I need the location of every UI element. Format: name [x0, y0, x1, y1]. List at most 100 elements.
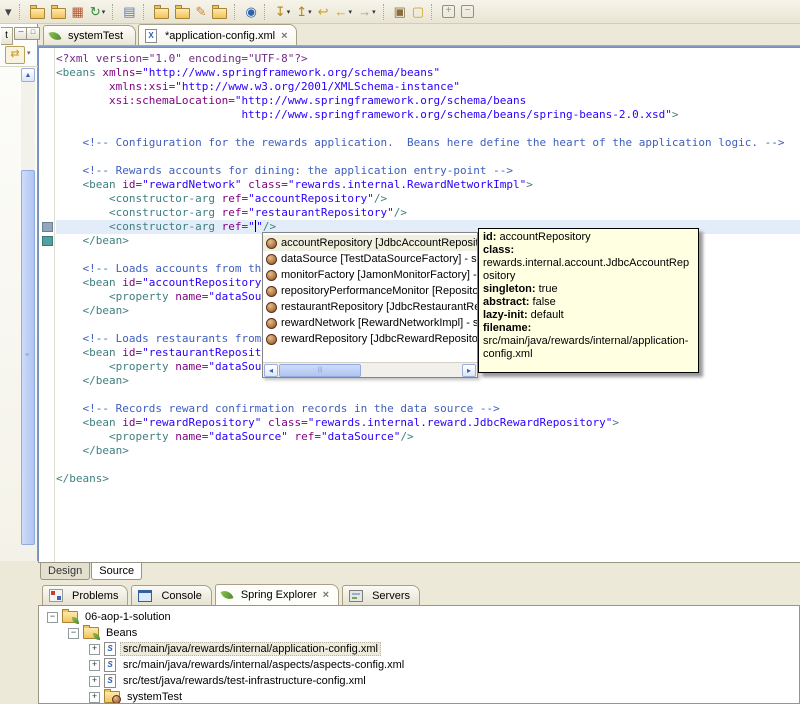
code-line[interactable]: <!-- Rewards accounts for dining: the ap… [56, 164, 800, 178]
export-doc-icon[interactable]: ↥ ▾ [294, 2, 313, 22]
bean-icon [266, 301, 277, 313]
open-folder-icon-3[interactable] [210, 2, 229, 22]
open-folder-icon-3-glyph [212, 4, 228, 19]
expand-icon[interactable]: + [89, 691, 100, 703]
page-tab-source[interactable]: Source [91, 563, 143, 580]
scroll-right-icon[interactable]: ▸ [462, 364, 476, 377]
spring-explorer-tree[interactable]: −06-aop-1-solution − Beans + Ssrc/main/java/… [38, 605, 800, 704]
open-folder-icon-2[interactable] [173, 2, 192, 22]
code-line[interactable] [56, 388, 800, 402]
eclipse-window: ▾ ▦ ↻ ▾ ▤ ✎ ◉ ↧ ▾ ↥ ▾ ↩ ← ▾ → ▾ ▣ ▢ + − t ─ □ ⇄ ▾ ▲ ≡ syste… [0, 0, 800, 704]
collapse-icon[interactable]: − [47, 611, 58, 623]
tooltip-field-class: class: rewards.internal.account.JdbcAcco… [483, 244, 690, 282]
editor-tab-application-config-xml[interactable]: X *application-config.xml × [138, 24, 297, 46]
code-line[interactable]: xsi:schemaLocation="http://www.springfra… [56, 94, 800, 108]
expand-all-icon[interactable]: + [440, 2, 457, 22]
code-line[interactable] [56, 458, 800, 472]
left-panel-toolbar: ⇄ ▾ [0, 44, 38, 67]
completion-item[interactable]: rewardRepository [JdbcRewardRepository] … [263, 331, 477, 347]
tooltip-field-label: id: [483, 231, 497, 243]
view-menu-caret-icon[interactable]: ▾ [27, 49, 31, 57]
scroll-up-icon[interactable]: ▲ [21, 68, 35, 82]
web-browser-icon[interactable]: ◉ [243, 2, 258, 22]
completion-item[interactable]: rewardNetwork [RewardNetworkImpl] - src/… [263, 315, 477, 331]
completion-item[interactable]: accountRepository [JdbcAccountRepository… [263, 235, 477, 251]
code-line[interactable]: xmlns:xsi="http://www.w3.org/2001/XMLSch… [56, 80, 800, 94]
view-tab-spring-explorer[interactable]: Spring Explorer × [214, 584, 340, 605]
completion-item-label: rewardNetwork [RewardNetworkImpl] - src/… [281, 317, 477, 329]
expand-icon[interactable]: + [89, 643, 100, 655]
open-folder-icon-1[interactable] [152, 2, 171, 22]
code-line[interactable]: <bean id="rewardNetwork" class="rewards.… [56, 178, 800, 192]
left-panel-tab-fragment[interactable]: t [1, 27, 13, 45]
completion-item[interactable]: repositoryPerformanceMonitor [Repository… [263, 283, 477, 299]
dropdown-caret-icon[interactable]: ▾ [349, 8, 353, 16]
new-wizard-folder-icon[interactable] [28, 2, 47, 22]
code-line[interactable]: </beans> [56, 472, 800, 486]
package-grid-icon[interactable]: ▦ [70, 2, 86, 22]
dropdown-caret-icon[interactable]: ▾ [308, 8, 312, 16]
class-file-icon[interactable]: ▢ [410, 2, 426, 22]
code-line[interactable]: <beans xmlns="http://www.springframework… [56, 66, 800, 80]
dropdown-caret-icon[interactable]: ▾ [372, 8, 376, 16]
toolbar-separator [431, 3, 435, 20]
code-line[interactable]: <constructor-arg ref="restaurantReposito… [56, 206, 800, 220]
scrollbar-thumb[interactable]: ≡ [21, 170, 35, 545]
paintbrush-icon[interactable]: ✎ [194, 2, 209, 22]
close-icon[interactable]: × [281, 30, 287, 42]
import-doc-icon[interactable]: ↧ ▾ [273, 2, 292, 22]
tree-item-06-aop-1-solution[interactable]: − 06-aop-1-solution [39, 609, 799, 625]
popup-hscrollbar[interactable]: ◂ ▸ [263, 362, 477, 377]
completion-item[interactable]: restaurantRepository [JdbcRestaurantRepo… [263, 299, 477, 315]
code-line[interactable] [56, 122, 800, 136]
code-line[interactable]: <?xml version="1.0" encoding="UTF-8"?> [56, 52, 800, 66]
view-tab-console[interactable]: Console [131, 585, 212, 605]
spring-leaf-icon [48, 29, 62, 43]
tree-item-src-main-java-rewards-internal-application-config-xml[interactable]: + Ssrc/main/java/rewards/internal/applica… [39, 641, 799, 657]
jar-icon[interactable]: ▣ [392, 2, 408, 22]
code-line[interactable]: http://www.springframework.org/schema/be… [56, 108, 800, 122]
completion-item[interactable]: dataSource [TestDataSourceFactory] - src… [263, 251, 477, 267]
import-wizard-folder-icon[interactable] [49, 2, 68, 22]
view-tab-problems[interactable]: Problems [42, 585, 129, 605]
properties-table-icon-glyph: ▤ [123, 4, 136, 19]
tooltip-field-label: filename: [483, 322, 532, 334]
back-icon[interactable]: ← ▾ [333, 2, 355, 22]
forward-icon[interactable]: → ▾ [356, 2, 378, 22]
code-line[interactable]: <!-- Records reward confirmation records… [56, 402, 800, 416]
close-icon[interactable]: × [323, 589, 329, 601]
tree-item-src-main-java-rewards-internal-aspects-aspects-config-xml[interactable]: + Ssrc/main/java/rewards/internal/aspects… [39, 657, 799, 673]
last-edit-location-icon[interactable]: ↩ [316, 2, 331, 22]
editor-gutter[interactable] [39, 48, 55, 562]
dropdown-caret-icon[interactable]: ▾ [287, 8, 291, 16]
toolbar-separator [263, 3, 268, 20]
left-panel-scrollbar[interactable]: ▲ ≡ [21, 68, 35, 558]
dropdown-caret-icon[interactable]: ▾ [102, 8, 106, 16]
collapse-all-icon[interactable]: − [459, 2, 476, 22]
expand-icon[interactable]: + [89, 659, 100, 671]
popup-scroll-thumb[interactable] [279, 364, 361, 377]
properties-table-icon[interactable]: ▤ [121, 2, 137, 22]
expand-icon[interactable]: + [89, 675, 100, 687]
code-line[interactable]: <bean id="rewardRepository" class="rewar… [56, 416, 800, 430]
tree-item-label: src/main/java/rewards/internal/aspects/a… [123, 659, 405, 671]
code-line[interactable]: <constructor-arg ref="accountRepository"… [56, 192, 800, 206]
scroll-left-icon[interactable]: ◂ [264, 364, 278, 377]
tree-item-src-test-java-rewards-test-infrastructure-config-xml[interactable]: + Ssrc/test/java/rewards/test-infrastruct… [39, 673, 799, 689]
code-line[interactable]: <property name="dataSource" ref="dataSou… [56, 430, 800, 444]
overflow-caret-icon[interactable]: ▾ [3, 2, 14, 22]
page-tab-design[interactable]: Design [40, 563, 91, 580]
tree-item-beans[interactable]: − Beans [39, 625, 799, 641]
code-line[interactable]: <!-- Configuration for the rewards appli… [56, 136, 800, 150]
completion-item[interactable]: monitorFactory [JamonMonitorFactory] - s… [263, 267, 477, 283]
code-line[interactable]: </bean> [56, 444, 800, 458]
package-grid-icon-glyph: ▦ [71, 4, 84, 19]
code-line[interactable] [56, 150, 800, 164]
tree-item-systemtest[interactable]: + systemTest [39, 689, 799, 703]
link-with-editor-icon[interactable]: ⇄ [5, 46, 25, 64]
collapse-icon[interactable]: − [68, 627, 79, 639]
view-tab-servers[interactable]: Servers [342, 585, 420, 605]
editor-tab-systemtest[interactable]: systemTest [43, 25, 137, 46]
beans-config-icon: S [104, 658, 116, 672]
refresh-icon[interactable]: ↻ ▾ [88, 2, 107, 22]
